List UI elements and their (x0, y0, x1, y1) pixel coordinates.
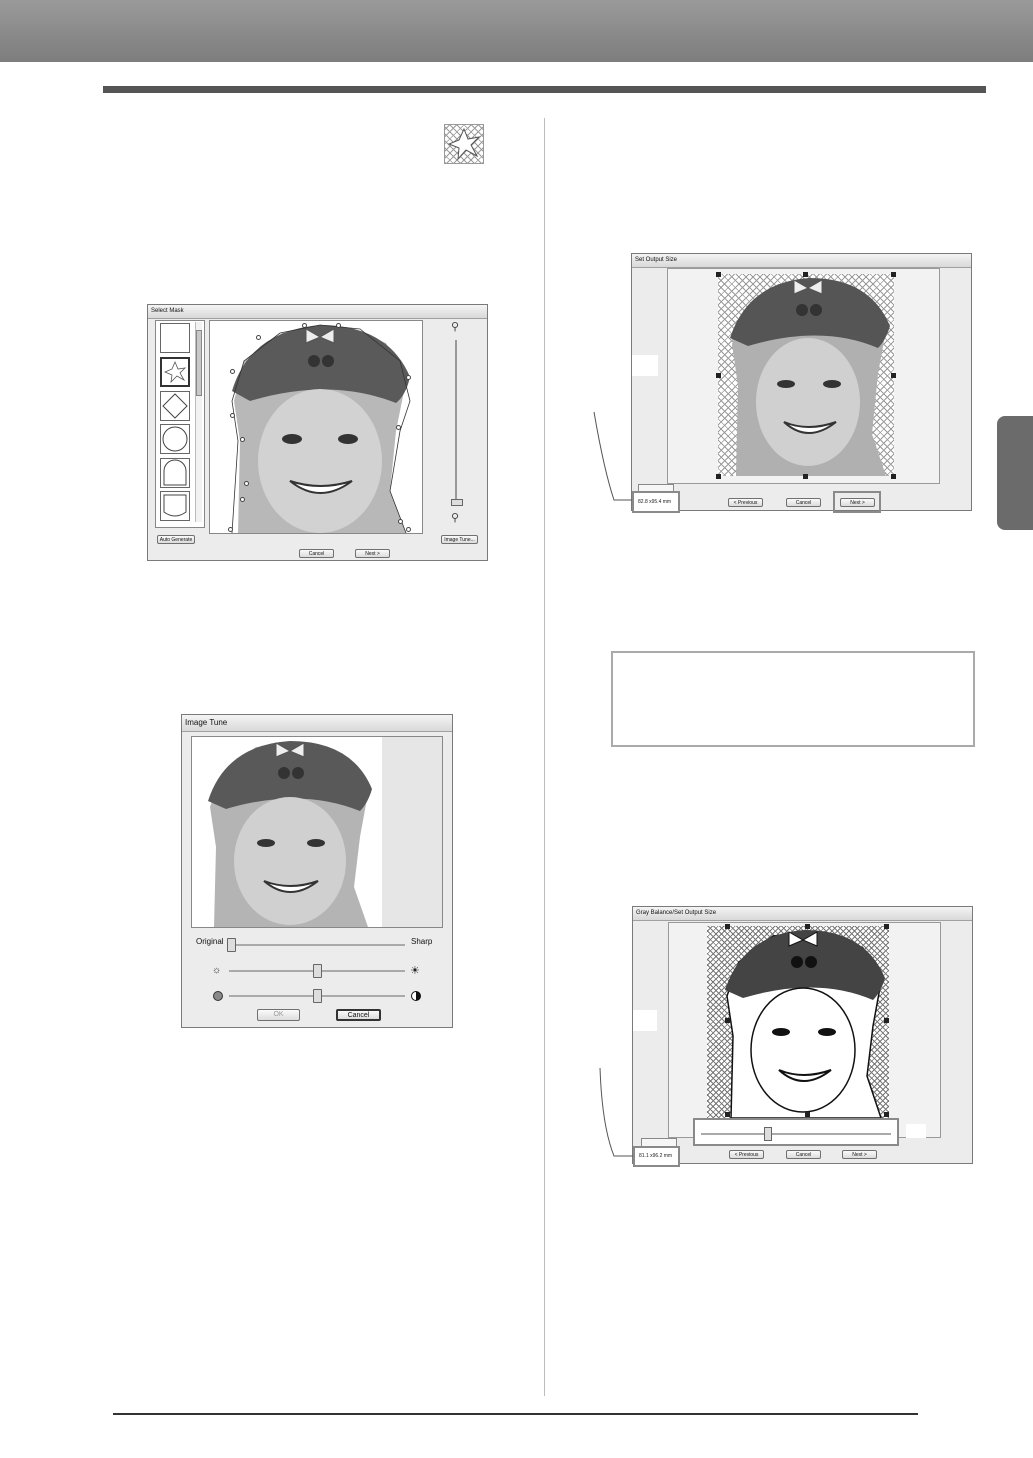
gray-cancel-button[interactable]: Cancel (786, 1150, 821, 1159)
mask-control-point[interactable] (244, 481, 249, 486)
auto-generate-button[interactable]: Auto Generate (157, 535, 195, 544)
output-next-button[interactable]: Next > (840, 498, 875, 507)
image-tune-title: Image Tune (182, 715, 452, 732)
image-tune-preview (191, 736, 443, 928)
brightness-slider-thumb[interactable] (313, 964, 322, 978)
sharpness-original-label: Original (196, 937, 224, 946)
resize-handle[interactable] (884, 924, 889, 929)
mask-control-point[interactable] (406, 527, 411, 532)
image-tune-cancel-button[interactable]: Cancel (336, 1009, 381, 1021)
resize-handle[interactable] (891, 474, 896, 479)
gray-balance-slider[interactable] (701, 1133, 891, 1135)
gray-preview[interactable] (707, 926, 889, 1118)
mask-control-point[interactable] (336, 323, 341, 328)
callout-box (906, 1124, 926, 1138)
mask-list-scrollbar[interactable] (195, 322, 202, 522)
resize-handle[interactable] (805, 924, 810, 929)
contrast-high-icon (411, 991, 421, 1001)
select-mask-next-button[interactable]: Next > (355, 549, 390, 558)
chapter-side-tab (997, 416, 1033, 530)
resize-handle[interactable] (803, 474, 808, 479)
size-readout: 81.1 x96.2 mm (639, 1153, 673, 1159)
resize-handle[interactable] (805, 1112, 810, 1117)
column-separator (544, 118, 545, 1396)
mask-control-point[interactable] (230, 369, 235, 374)
mask-circle-option[interactable] (160, 424, 190, 454)
contrast-low-icon (213, 991, 223, 1001)
output-cancel-button[interactable]: Cancel (786, 498, 821, 507)
resize-handle[interactable] (725, 1018, 730, 1023)
gray-balance-title: Gray Balance/Set Output Size (633, 907, 972, 921)
select-mask-cancel-button[interactable]: Cancel (299, 549, 334, 558)
resize-handle[interactable] (716, 373, 721, 378)
mask-preview-area[interactable] (209, 320, 423, 534)
header-band (0, 0, 1033, 62)
note-box (611, 651, 975, 747)
mask-diamond-option[interactable] (160, 391, 190, 421)
zoom-slider-track[interactable] (455, 340, 457, 502)
gray-previous-button[interactable]: < Previous (729, 1150, 764, 1159)
mask-star-icon (444, 124, 484, 164)
resize-handle[interactable] (725, 1112, 730, 1117)
resize-handle[interactable] (716, 474, 721, 479)
resize-handle[interactable] (716, 272, 721, 277)
sharpness-slider[interactable] (229, 944, 405, 946)
mask-control-point[interactable] (240, 437, 245, 442)
gray-next-button[interactable]: Next > (842, 1150, 877, 1159)
resize-handle[interactable] (891, 272, 896, 277)
set-output-size-title: Set Output Size (632, 254, 971, 268)
mask-control-point[interactable] (406, 375, 411, 380)
mask-control-point[interactable] (256, 335, 261, 340)
mask-control-point[interactable] (396, 425, 401, 430)
output-previous-button[interactable]: < Previous (728, 498, 763, 507)
gray-balance-slider-thumb[interactable] (764, 1127, 772, 1141)
resize-handle[interactable] (803, 272, 808, 277)
contrast-slider-thumb[interactable] (313, 989, 322, 1003)
mask-scalloped-option[interactable] (160, 491, 190, 521)
mask-rectangle-option[interactable] (160, 323, 190, 353)
image-tune-ok-button[interactable]: OK (257, 1009, 300, 1021)
mask-control-point[interactable] (302, 323, 307, 328)
zoom-out-icon[interactable]: ⚲ (451, 511, 459, 524)
mask-control-point[interactable] (240, 497, 245, 502)
brightness-low-icon: ☼ (212, 965, 222, 976)
sharpness-slider-thumb[interactable] (227, 938, 236, 952)
zoom-in-icon[interactable]: ⚲ (451, 320, 459, 333)
select-mask-title: Select Mask (148, 305, 487, 319)
mask-star-option[interactable] (160, 357, 190, 387)
size-readout: 82.8 x95.4 mm (638, 499, 672, 505)
mask-control-point[interactable] (398, 519, 403, 524)
mask-arch-option[interactable] (160, 458, 190, 488)
callout-box (633, 1010, 657, 1031)
resize-handle[interactable] (884, 1018, 889, 1023)
sharpness-sharp-label: Sharp (411, 937, 433, 946)
resize-handle[interactable] (725, 924, 730, 929)
mask-control-point[interactable] (230, 413, 235, 418)
mask-list-scroll-thumb[interactable] (196, 330, 202, 396)
mask-control-point[interactable] (228, 527, 233, 532)
brightness-high-icon: ☀ (410, 965, 420, 977)
callout-box (632, 355, 658, 376)
zoom-slider-thumb[interactable] (451, 499, 463, 506)
gray-slider-highlight (693, 1118, 899, 1146)
header-rule (103, 86, 986, 93)
resize-handle[interactable] (884, 1112, 889, 1117)
image-tune-button[interactable]: Image Tune... (441, 535, 478, 544)
footer-rule (113, 1413, 918, 1415)
output-preview[interactable] (718, 274, 894, 476)
resize-handle[interactable] (891, 373, 896, 378)
